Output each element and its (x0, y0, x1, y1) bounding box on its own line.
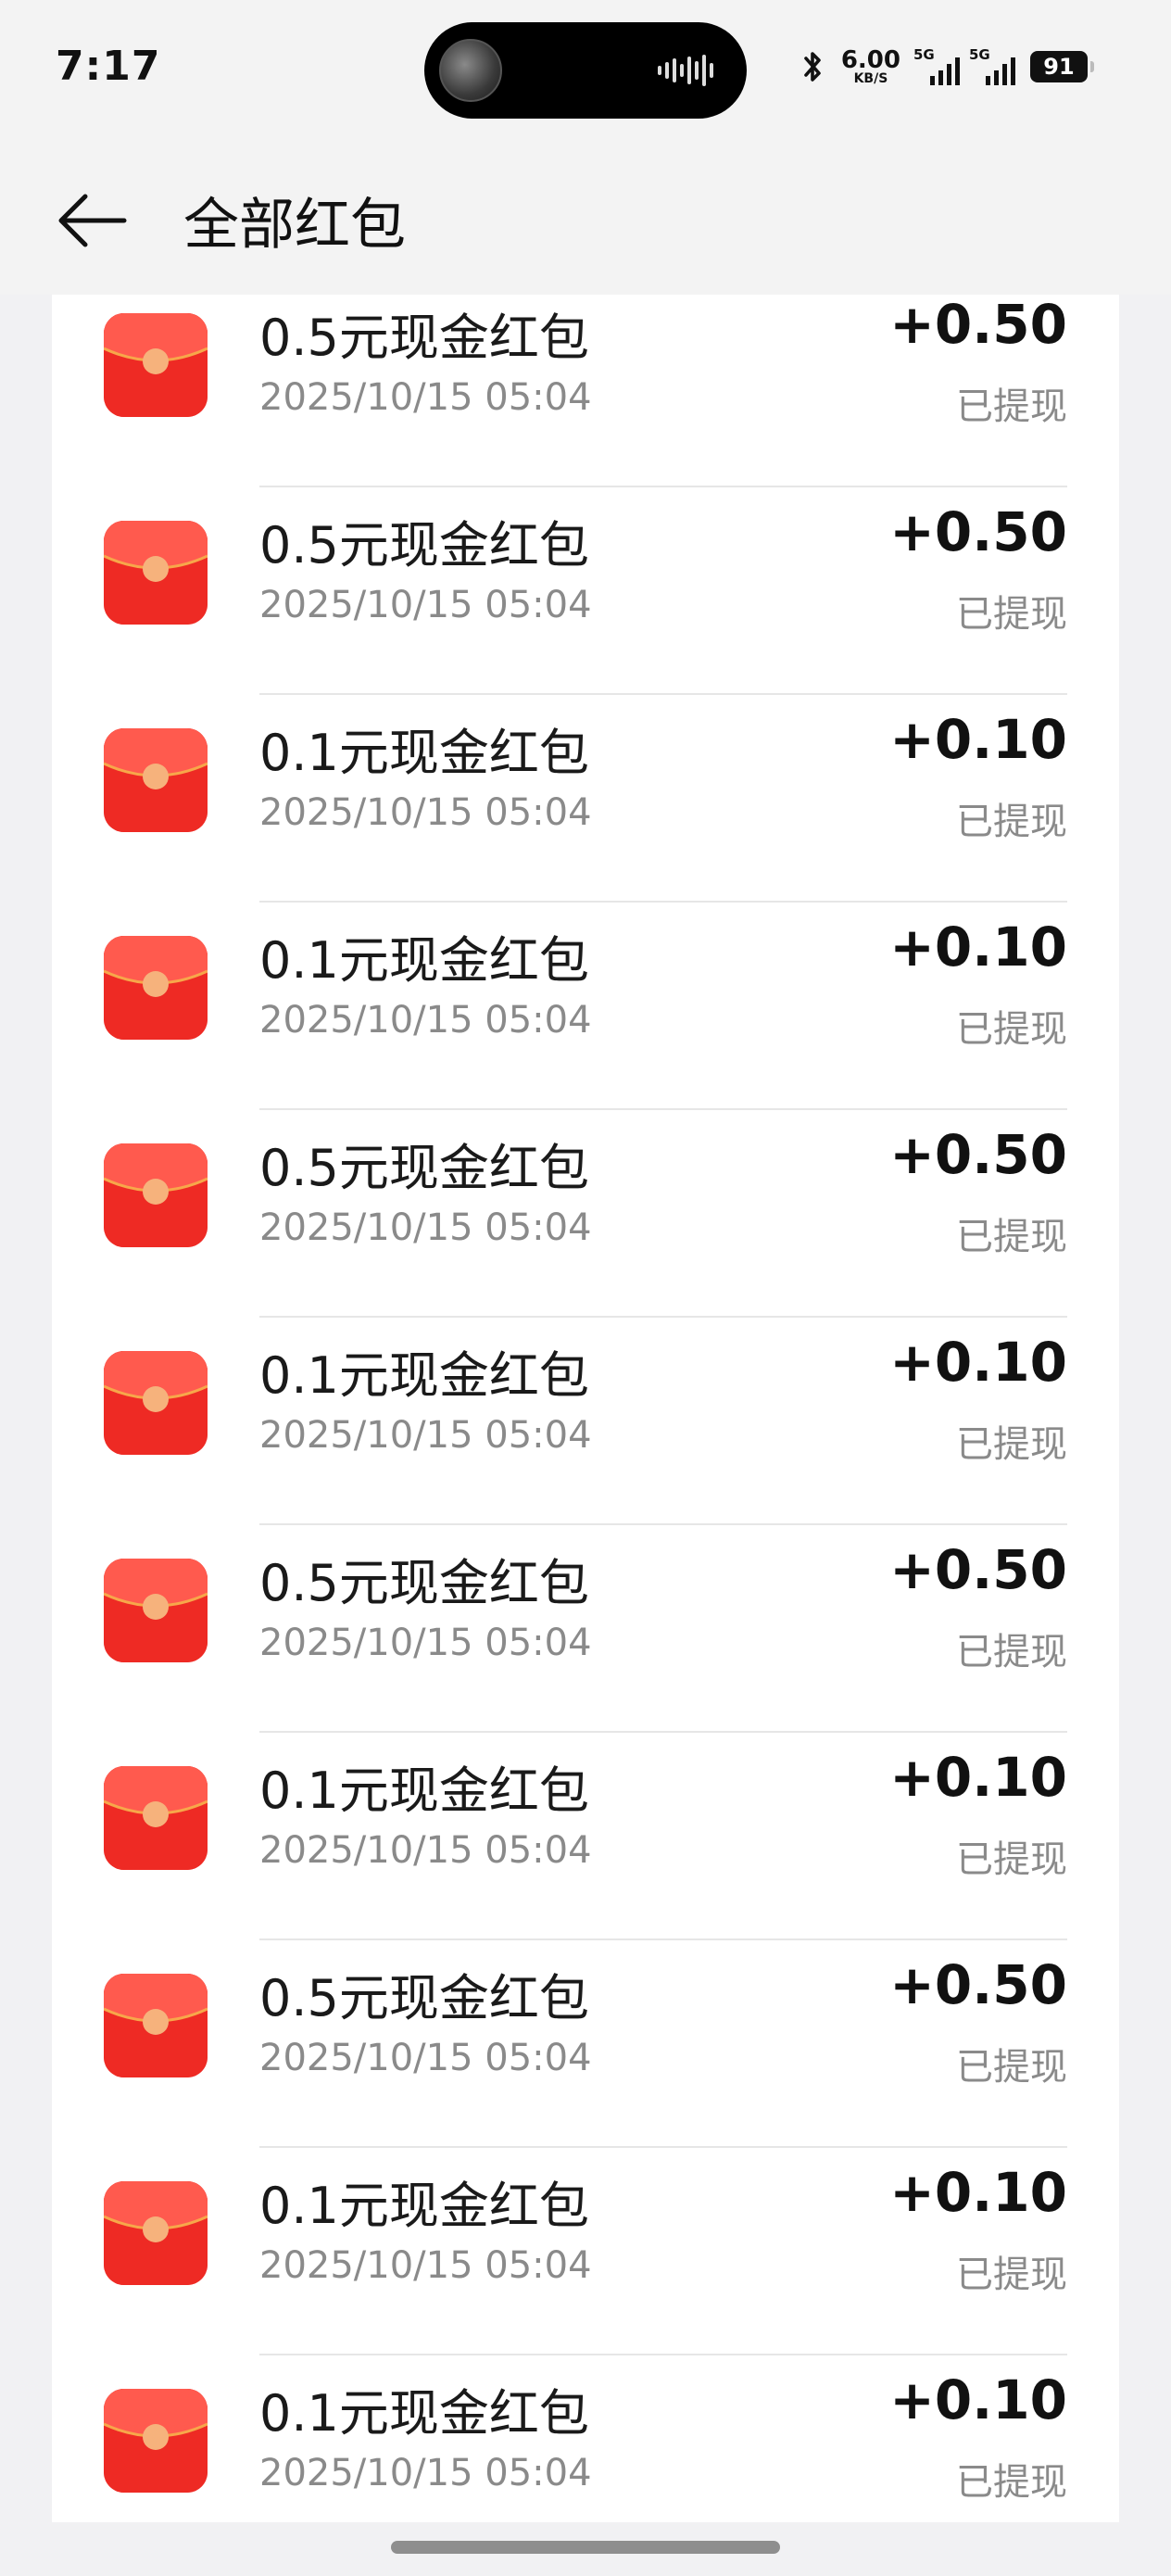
red-packet-status: 已提现 (956, 1423, 1067, 1466)
album-art-icon (439, 39, 502, 102)
red-packet-title: 0.5元现金红包 (259, 1554, 589, 1612)
back-button[interactable] (52, 182, 130, 259)
red-packet-status: 已提现 (956, 593, 1067, 636)
red-packet-amount: +0.10 (889, 708, 1067, 771)
red-packet-row[interactable]: 0.5元现金红包 2025/10/15 05:04 +0.50 已提现 (52, 487, 1119, 695)
arrow-left-icon (58, 194, 127, 247)
network-speed-unit: KB/S (853, 71, 888, 86)
network-speed: 6.00 KB/S (841, 48, 900, 85)
red-packet-title: 0.1元现金红包 (259, 724, 589, 782)
red-packet-icon (104, 1974, 208, 2077)
red-packet-icon (104, 313, 208, 417)
red-packet-time: 2025/10/15 05:04 (259, 584, 592, 626)
red-packet-title: 0.1元现金红包 (259, 1762, 589, 1820)
red-packet-title: 0.5元现金红包 (259, 1139, 589, 1197)
battery-icon: 91 (1030, 51, 1094, 82)
red-packet-time: 2025/10/15 05:04 (259, 999, 592, 1042)
red-packet-amount: +0.10 (889, 2368, 1067, 2431)
red-packet-title: 0.1元现金红包 (259, 1346, 589, 1405)
signal-sim1: 5G (913, 48, 960, 85)
red-packet-row[interactable]: 0.1元现金红包 2025/10/15 05:04 +0.10 已提现 (52, 2355, 1119, 2522)
red-packet-amount: +0.10 (889, 1331, 1067, 1394)
red-packet-time: 2025/10/15 05:04 (259, 376, 592, 419)
signal-bars-icon (930, 57, 960, 85)
red-packet-title: 0.1元现金红包 (259, 2177, 589, 2235)
red-packet-status: 已提现 (956, 1008, 1067, 1051)
battery-level: 91 (1043, 54, 1075, 80)
signal-sim2: 5G (969, 48, 1015, 85)
red-packet-status: 已提现 (956, 2046, 1067, 2089)
red-packet-list: 0.5元现金红包 2025/10/15 05:04 +0.50 已提现 0.5元现金红包… (52, 295, 1119, 2522)
audio-wave-icon (658, 55, 713, 86)
red-packet-time: 2025/10/15 05:04 (259, 2452, 592, 2494)
red-packet-status: 已提现 (956, 1216, 1067, 1258)
red-packet-row[interactable]: 0.5元现金红包 2025/10/15 05:04 +0.50 已提现 (52, 1940, 1119, 2148)
status-icons: 6.00 KB/S 5G 5G 91 (799, 46, 1094, 87)
red-packet-row[interactable]: 0.1元现金红包 2025/10/15 05:04 +0.10 已提现 (52, 1318, 1119, 1525)
red-packet-amount: +0.50 (889, 500, 1067, 563)
status-time: 7:17 (56, 43, 161, 90)
red-packet-time: 2025/10/15 05:04 (259, 1829, 592, 1872)
red-packet-icon (104, 1351, 208, 1455)
red-packet-status: 已提现 (956, 801, 1067, 843)
bottom-bar (0, 2522, 1171, 2576)
red-packet-row[interactable]: 0.5元现金红包 2025/10/15 05:04 +0.50 已提现 (52, 1110, 1119, 1318)
red-packet-row[interactable]: 0.5元现金红包 2025/10/15 05:04 +0.50 已提现 (52, 295, 1119, 487)
red-packet-status: 已提现 (956, 2461, 1067, 2504)
red-packet-icon (104, 521, 208, 625)
red-packet-status: 已提现 (956, 1838, 1067, 1881)
red-packet-title: 0.1元现金红包 (259, 2384, 589, 2443)
red-packet-amount: +0.50 (889, 1953, 1067, 2016)
dynamic-island[interactable] (424, 22, 747, 119)
red-packet-time: 2025/10/15 05:04 (259, 2244, 592, 2287)
red-packet-amount: +0.10 (889, 1746, 1067, 1809)
page-title: 全部红包 (183, 193, 406, 258)
network-speed-value: 6.00 (840, 46, 900, 74)
red-packet-title: 0.5元现金红包 (259, 516, 589, 575)
red-packet-icon (104, 728, 208, 832)
red-packet-status: 已提现 (956, 1631, 1067, 1673)
red-packet-amount: +0.50 (889, 1538, 1067, 1601)
app-header: 全部红包 (0, 139, 1171, 295)
signal-bars-icon (986, 57, 1015, 85)
red-packet-amount: +0.50 (889, 1123, 1067, 1186)
red-packet-amount: +0.10 (889, 915, 1067, 979)
red-packet-title: 0.5元现金红包 (259, 1969, 589, 2027)
bluetooth-icon (804, 52, 821, 82)
home-indicator[interactable] (391, 2541, 780, 2554)
red-packet-time: 2025/10/15 05:04 (259, 1414, 592, 1457)
red-packet-title: 0.1元现金红包 (259, 931, 589, 990)
red-packet-title: 0.5元现金红包 (259, 309, 589, 367)
status-bar: 7:17 6.00 KB/S 5G 5G 91 (0, 0, 1171, 139)
red-packet-status: 已提现 (956, 385, 1067, 428)
red-packet-time: 2025/10/15 05:04 (259, 1622, 592, 1664)
red-packet-amount: +0.50 (889, 295, 1067, 356)
red-packet-row[interactable]: 0.1元现金红包 2025/10/15 05:04 +0.10 已提现 (52, 2148, 1119, 2355)
red-packet-icon (104, 2181, 208, 2285)
red-packet-time: 2025/10/15 05:04 (259, 2037, 592, 2079)
red-packet-row[interactable]: 0.1元现金红包 2025/10/15 05:04 +0.10 已提现 (52, 1733, 1119, 1940)
red-packet-icon (104, 1766, 208, 1870)
red-packet-row[interactable]: 0.5元现金红包 2025/10/15 05:04 +0.50 已提现 (52, 1525, 1119, 1733)
red-packet-row[interactable]: 0.1元现金红包 2025/10/15 05:04 +0.10 已提现 (52, 903, 1119, 1110)
red-packet-time: 2025/10/15 05:04 (259, 791, 592, 834)
red-packet-icon (104, 1559, 208, 1662)
red-packet-time: 2025/10/15 05:04 (259, 1206, 592, 1249)
red-packet-row[interactable]: 0.1元现金红包 2025/10/15 05:04 +0.10 已提现 (52, 695, 1119, 903)
red-packet-icon (104, 936, 208, 1040)
red-packet-icon (104, 1143, 208, 1247)
red-packet-icon (104, 2389, 208, 2493)
red-packet-status: 已提现 (956, 2254, 1067, 2296)
red-packet-amount: +0.10 (889, 2161, 1067, 2224)
